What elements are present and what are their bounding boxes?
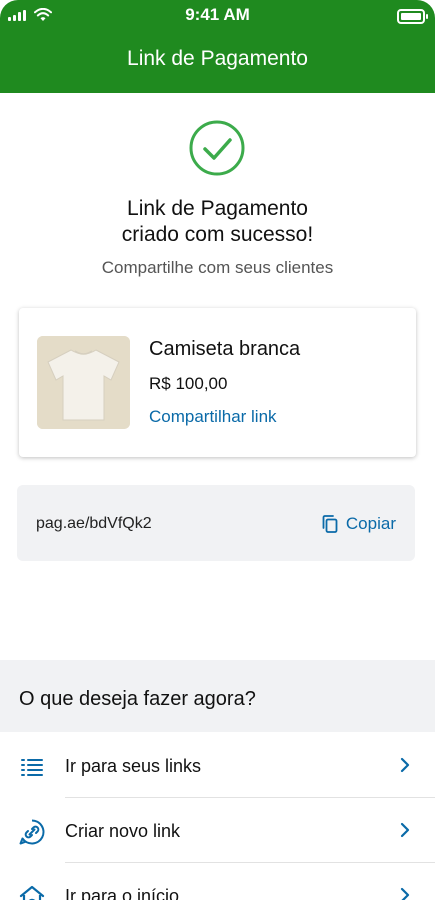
success-subtitle: Compartilhe com seus clientes	[101, 258, 334, 277]
success-line-2: criado com sucesso!	[121, 223, 314, 246]
create-new-link-item[interactable]: Criar novo link	[0, 798, 435, 862]
payment-link-url: pag.ae/bdVfQk2	[36, 515, 152, 532]
next-actions-title: O que deseja fazer agora?	[19, 688, 256, 710]
status-bar: 9:41 AM	[0, 4, 435, 26]
chevron-right-icon	[400, 822, 410, 838]
next-actions-header: O que deseja fazer agora?	[0, 660, 435, 732]
go-to-links-label: Ir para seus links	[65, 756, 202, 776]
list-icon	[21, 759, 43, 776]
success-message: Link de Pagamento criado com sucesso!	[0, 196, 435, 248]
go-to-links-item[interactable]: Ir para seus links	[0, 733, 435, 797]
product-card: Camiseta branca R$ 100,00 Compartilhar l…	[19, 308, 416, 457]
product-name: Camiseta branca	[149, 338, 301, 360]
status-time: 9:41 AM	[185, 5, 250, 24]
product-price: R$ 100,00	[149, 374, 228, 393]
copy-icon	[322, 515, 338, 533]
tshirt-icon	[37, 336, 130, 429]
go-home-label: Ir para o início	[65, 886, 180, 900]
go-home-item[interactable]: Ir para o início	[0, 863, 435, 900]
copy-label: Copiar	[345, 514, 396, 533]
battery-icon	[397, 9, 428, 24]
payment-link-box: pag.ae/bdVfQk2 Copiar	[17, 485, 415, 561]
success-line-1: Link de Pagamento	[127, 197, 308, 220]
link-chat-icon	[19, 819, 45, 845]
copy-button[interactable]: Copiar	[322, 514, 396, 534]
success-check-icon	[189, 120, 245, 176]
create-new-link-label: Criar novo link	[65, 821, 181, 841]
home-icon	[19, 885, 45, 900]
app-header: 9:41 AM Link de Pagamento	[0, 0, 435, 93]
chevron-right-icon	[400, 757, 410, 773]
product-image	[37, 336, 130, 429]
chevron-right-icon	[400, 887, 410, 900]
page-title: Link de Pagamento	[127, 47, 308, 70]
screen: 9:41 AM Link de Pagamento Link de Pagame…	[0, 0, 435, 900]
share-link-button[interactable]: Compartilhar link	[149, 407, 277, 427]
